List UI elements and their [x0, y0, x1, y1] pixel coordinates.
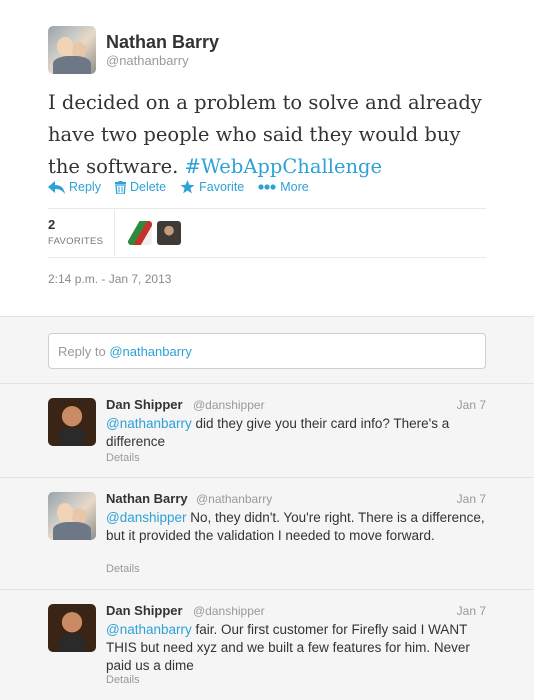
reply-input-prefix: Reply to [58, 344, 110, 359]
details-link[interactable]: Details [106, 452, 140, 464]
reply-text: @danshipper No, they didn't. You're righ… [106, 509, 488, 545]
reply-text: @nathanbarry did they give you their car… [106, 415, 488, 451]
favoriter-avatar[interactable] [128, 221, 152, 245]
more-dots-icon [258, 184, 276, 190]
reply-label: Reply [69, 180, 101, 194]
reply-area: Reply to @nathanbarry [0, 316, 534, 384]
author-avatar[interactable] [48, 26, 96, 74]
reply-date[interactable]: Jan 7 [457, 398, 486, 412]
star-icon [180, 180, 195, 194]
tweet-text: I decided on a problem to solve and alre… [48, 87, 498, 183]
author-handle[interactable]: @nathanbarry [106, 53, 189, 68]
tweet-actions: Reply Delete Favorite More [48, 180, 309, 194]
trash-icon [114, 180, 126, 194]
delete-label: Delete [129, 180, 167, 194]
reply-text: @nathanbarry fair. Our first customer fo… [106, 621, 488, 675]
favorites-label[interactable]: FAVORITES [48, 236, 103, 247]
reply-mention-link[interactable]: @danshipper [106, 510, 187, 525]
author-name[interactable]: Nathan Barry [106, 32, 219, 53]
details-link[interactable]: Details [106, 674, 140, 686]
tweet-timestamp[interactable]: 2:14 p.m. - Jan 7, 2013 [48, 272, 171, 286]
reply-author-handle[interactable]: @nathanbarry [196, 492, 272, 506]
favorite-button[interactable]: Favorite [180, 180, 244, 194]
stats-divider-bottom [48, 257, 486, 258]
reply-author-name[interactable]: Dan Shipper [106, 603, 183, 618]
favorite-label: Favorite [199, 180, 245, 194]
favorites-separator [114, 210, 115, 256]
reply-author-handle[interactable]: @danshipper [193, 398, 265, 412]
stats-divider-top [48, 208, 486, 209]
reply-tweet[interactable]: Dan Shipper @danshipper Jan 7 @nathanbar… [0, 590, 534, 700]
more-label: More [280, 180, 309, 194]
reply-avatar[interactable] [48, 604, 96, 652]
reply-date[interactable]: Jan 7 [457, 492, 486, 506]
reply-tweet[interactable]: Dan Shipper @danshipper Jan 7 @nathanbar… [0, 384, 534, 478]
reply-author-name[interactable]: Nathan Barry [106, 491, 188, 506]
reply-input[interactable]: Reply to @nathanbarry [48, 333, 486, 369]
reply-author-name[interactable]: Dan Shipper [106, 397, 183, 412]
favorites-count[interactable]: 2 [48, 217, 55, 232]
reply-mention-link[interactable]: @nathanbarry [106, 622, 192, 637]
favoriter-avatar[interactable] [157, 221, 181, 245]
reply-input-mention: @nathanbarry [109, 344, 192, 359]
delete-button[interactable]: Delete [114, 180, 167, 194]
reply-author-handle[interactable]: @danshipper [193, 604, 265, 618]
reply-avatar[interactable] [48, 398, 96, 446]
hashtag-link[interactable]: #WebAppChallenge [185, 155, 383, 178]
details-link[interactable]: Details [106, 563, 140, 575]
reply-avatar[interactable] [48, 492, 96, 540]
reply-tweet[interactable]: Nathan Barry @nathanbarry Jan 7 @danship… [0, 478, 534, 590]
reply-date[interactable]: Jan 7 [457, 604, 486, 618]
reply-icon [48, 180, 65, 194]
main-tweet: Nathan Barry @nathanbarry I decided on a… [0, 0, 534, 316]
reply-button[interactable]: Reply [48, 180, 101, 194]
reply-mention-link[interactable]: @nathanbarry [106, 416, 192, 431]
more-button[interactable]: More [258, 180, 309, 194]
